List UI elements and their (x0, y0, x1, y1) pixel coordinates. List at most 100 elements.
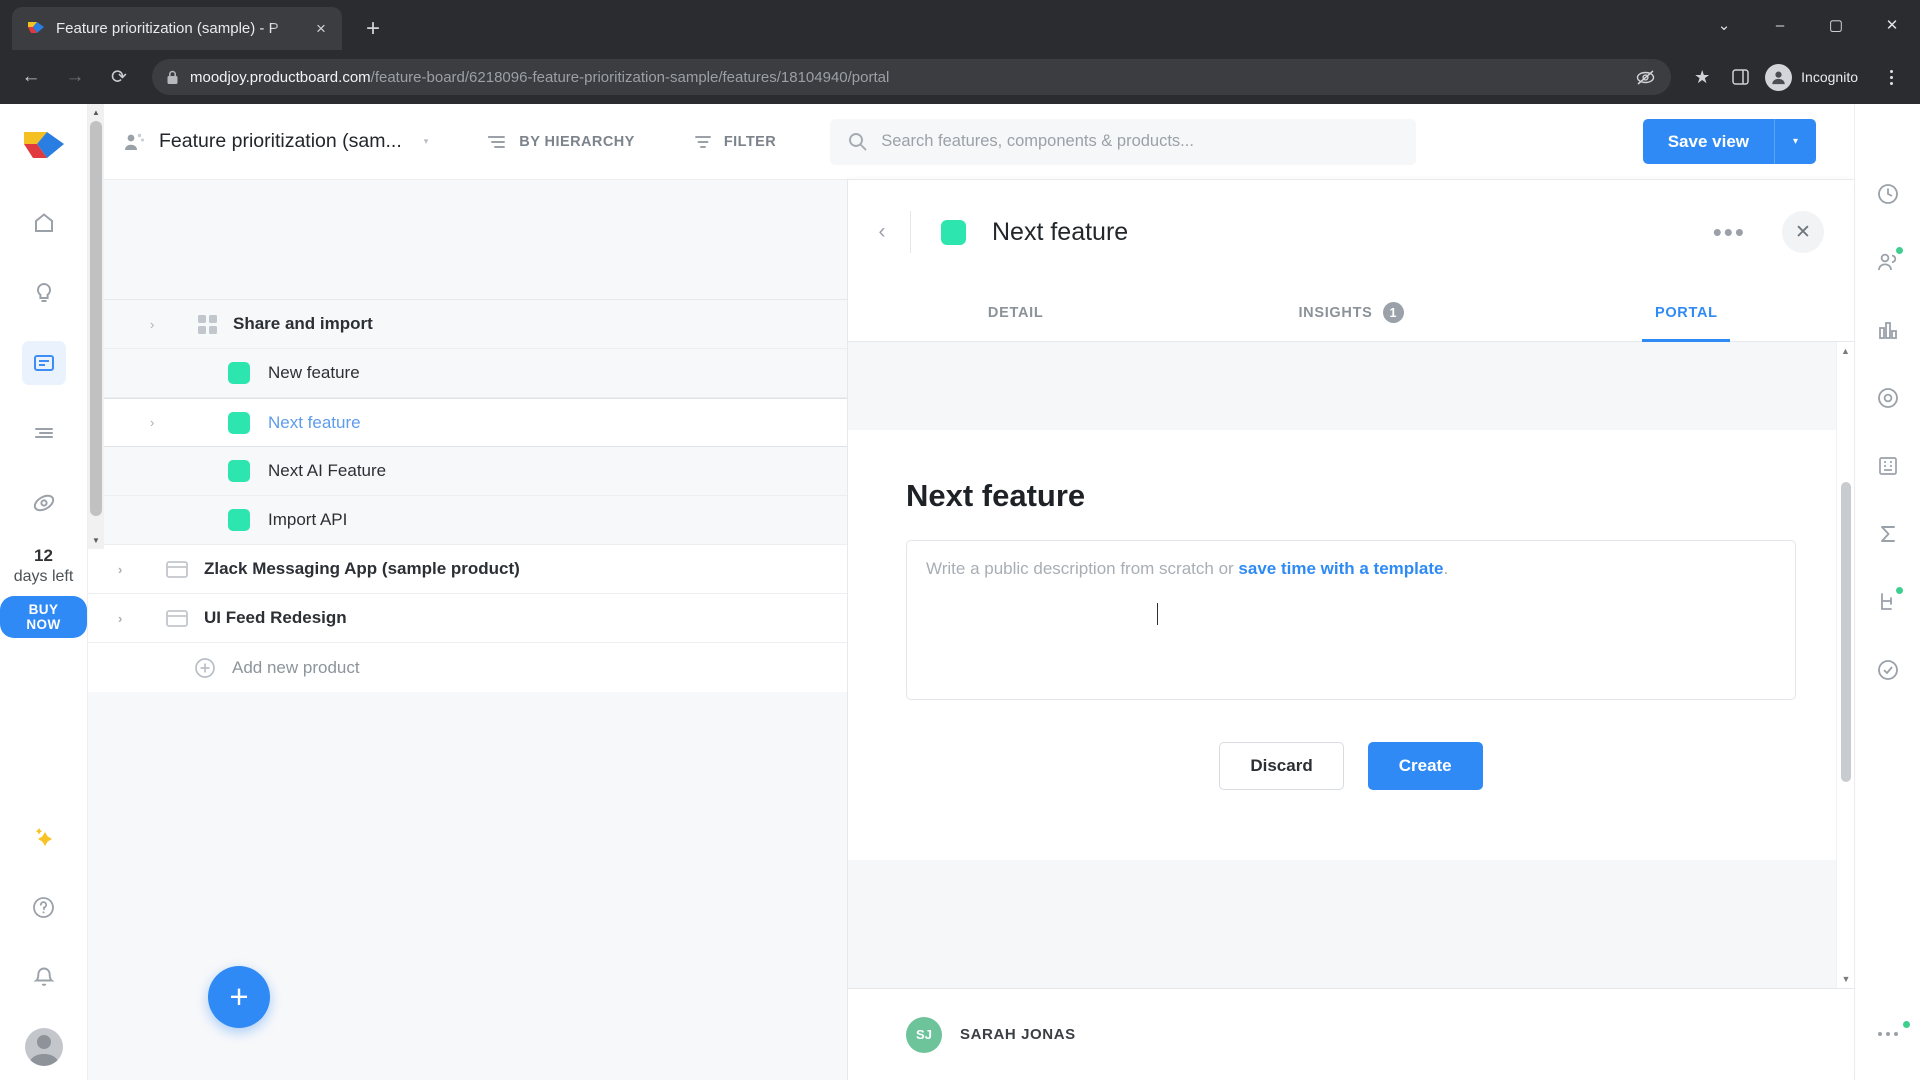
create-button[interactable]: Create (1367, 742, 1483, 790)
reload-icon[interactable]: ⟳ (100, 58, 138, 96)
maximize-button[interactable]: ▢ (1808, 0, 1864, 50)
discard-button[interactable]: Discard (1219, 742, 1344, 790)
sidebar-item-portal[interactable] (22, 481, 66, 525)
by-hierarchy-label: BY HIERARCHY (519, 133, 635, 150)
tree-header-spacer (88, 180, 847, 300)
portal-feature-heading: Next feature (906, 478, 1086, 513)
rail-bottom-group (22, 802, 66, 1080)
author-bar: SJ SARAH JONAS (848, 988, 1854, 1080)
tab-insights[interactable]: INSIGHTS 1 (1183, 284, 1518, 341)
tree-row-label: Next AI Feature (268, 461, 387, 480)
sidebar-item-help[interactable] (22, 885, 66, 929)
by-hierarchy-button[interactable]: BY HIERARCHY (486, 132, 635, 152)
insights-count-badge: 1 (1382, 302, 1404, 323)
tab-portal[interactable]: PORTAL (1519, 284, 1854, 341)
add-feature-fab[interactable]: + (208, 966, 270, 1028)
browser-menu-icon[interactable] (1874, 58, 1908, 96)
feature-color-swatch (228, 460, 250, 482)
minimize-button[interactable]: – (1752, 0, 1808, 50)
new-tab-button[interactable]: + (356, 12, 390, 46)
close-window-button[interactable]: ✕ (1864, 0, 1920, 50)
scroll-down-arrow-icon[interactable]: ▼ (1837, 970, 1854, 988)
window-chevron-button[interactable]: ⌄ (1696, 0, 1752, 50)
save-view-dropdown-button[interactable]: ▾ (1774, 119, 1816, 164)
sidebar-item-notifications[interactable] (22, 955, 66, 999)
product-icon (166, 560, 188, 579)
tree-row[interactable]: Next AI Feature (88, 447, 847, 496)
close-tab-icon[interactable]: × (308, 16, 334, 42)
scrollbar-thumb[interactable] (90, 121, 102, 516)
close-icon[interactable]: ✕ (1782, 211, 1824, 253)
tree-row[interactable]: › Share and import (88, 300, 847, 349)
page-scrollbar[interactable]: ▲ ▼ (88, 104, 104, 549)
right-rail-item-status[interactable] (1866, 648, 1910, 692)
tab-detail[interactable]: DETAIL (848, 284, 1183, 341)
back-icon[interactable]: ‹ (860, 210, 904, 254)
add-new-product-row[interactable]: Add new product (88, 643, 847, 692)
sidebar-item-ai[interactable] (22, 815, 66, 859)
sidebar-item-home[interactable] (22, 201, 66, 245)
address-bar[interactable]: moodjoy.productboard.com/feature-board/6… (152, 59, 1672, 95)
bookmark-star-icon[interactable]: ★ (1685, 60, 1719, 94)
right-rail-item-dependencies[interactable] (1866, 580, 1910, 624)
url-text: moodjoy.productboard.com/feature-board/6… (190, 69, 889, 86)
scroll-up-arrow-icon[interactable]: ▲ (1837, 342, 1854, 360)
scroll-up-arrow-icon[interactable]: ▲ (88, 104, 104, 121)
incognito-profile-button[interactable]: Incognito (1761, 60, 1870, 94)
notification-dot (1895, 587, 1903, 594)
url-host: moodjoy.productboard.com (190, 68, 371, 86)
chevron-down-icon[interactable]: ▾ (424, 136, 429, 147)
right-rail-item-charts[interactable] (1866, 308, 1910, 352)
buy-now-button[interactable]: BUY NOW (0, 596, 87, 638)
sidebar-item-features[interactable] (21, 341, 66, 385)
tree-row-product[interactable]: › UI Feed Redesign (88, 594, 847, 643)
tracking-protection-icon[interactable] (1633, 60, 1657, 94)
search-input[interactable]: Search features, components & products..… (830, 118, 1417, 165)
sidebar-item-roadmap[interactable] (22, 411, 66, 455)
forward-icon[interactable]: → (56, 58, 94, 96)
public-description-input[interactable]: Write a public description from scratch … (906, 540, 1796, 700)
chevron-right-icon[interactable]: › (150, 415, 154, 430)
save-view-button[interactable]: Save view (1642, 119, 1774, 164)
board-and-detail: › Share and import New feature › Next fe… (88, 180, 1854, 1080)
tab-portal-label: PORTAL (1654, 304, 1718, 321)
right-rail-item-people[interactable] (1866, 240, 1910, 284)
board-title: Feature prioritization (sam... (159, 130, 402, 152)
right-rail-item-objectives[interactable] (1866, 376, 1910, 420)
tree-row-product[interactable]: › Zlack Messaging App (sample product) (88, 545, 847, 594)
scroll-down-arrow-icon[interactable]: ▼ (88, 532, 104, 549)
template-link[interactable]: save time with a template (1238, 559, 1443, 578)
right-rail-item-company[interactable] (1866, 444, 1910, 488)
tree-row-selected[interactable]: › Next feature (88, 398, 847, 447)
chevron-right-icon[interactable]: › (150, 317, 154, 332)
hierarchy-icon (486, 132, 508, 152)
notification-dot (1902, 1021, 1910, 1028)
feature-color-swatch[interactable] (941, 219, 966, 245)
filter-icon (693, 132, 713, 152)
board-selector[interactable]: Feature prioritization (sam... ▾ (122, 130, 428, 153)
back-icon[interactable]: ← (12, 58, 50, 96)
portal-scrollbar[interactable]: ▲ ▼ (1836, 342, 1854, 988)
filter-button[interactable]: FILTER (693, 132, 776, 152)
productboard-logo[interactable] (21, 126, 67, 166)
productboard-logo-icon (26, 19, 46, 39)
right-rail-item-history[interactable] (1866, 172, 1910, 216)
right-rail-item-more[interactable] (1866, 1021, 1910, 1068)
avatar[interactable] (24, 1028, 63, 1066)
right-rail-item-score[interactable] (1866, 512, 1910, 556)
browser-tab[interactable]: Feature prioritization (sample) - P × (12, 7, 342, 50)
tree-row[interactable]: Import API (88, 496, 847, 545)
people-icon (1876, 250, 1900, 274)
chevron-right-icon[interactable]: › (118, 611, 122, 626)
chevron-right-icon[interactable]: › (118, 562, 122, 577)
toolbar-actions: ★ Incognito (1685, 58, 1908, 96)
sidebar-item-insights[interactable] (22, 271, 66, 315)
more-options-icon[interactable]: ••• (1713, 212, 1746, 252)
author-avatar[interactable]: SJ (906, 1016, 942, 1053)
portal-scrollbar-thumb[interactable] (1841, 482, 1851, 782)
tab-detail-label: DETAIL (987, 304, 1044, 321)
tree-row-label: Next feature (268, 412, 361, 432)
page-title: Next feature (992, 217, 1129, 246)
tree-row[interactable]: New feature (88, 349, 847, 398)
side-panel-icon[interactable] (1723, 60, 1757, 94)
